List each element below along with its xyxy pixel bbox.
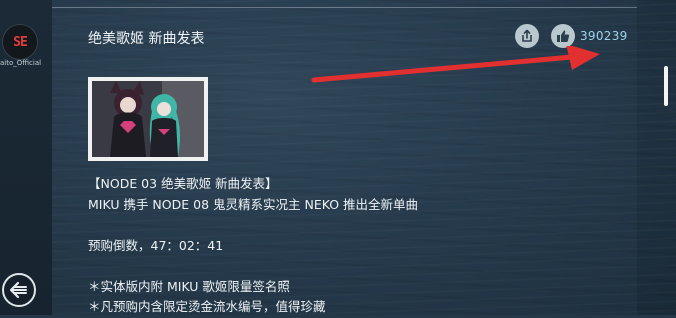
body-line: 【NODE 03 绝美歌姬 新曲发表】: [88, 176, 278, 191]
author-logo-text: SE: [13, 34, 28, 50]
post-body: 【NODE 03 绝美歌姬 新曲发表】 MIKU 携手 NODE 08 鬼灵精系…: [88, 174, 628, 318]
countdown-line: 预购倒数，47：02：41: [88, 237, 224, 253]
thumbs-up-icon: [557, 30, 570, 42]
body-blank-line: [88, 215, 628, 236]
back-icon: [9, 281, 27, 299]
cover-artwork: [92, 81, 204, 157]
body-line: ＊实体版内附 MIKU 歌姬限量签名照: [88, 278, 290, 294]
post-title: 绝美歌姬 新曲发表: [88, 31, 205, 47]
right-edge: [637, 0, 676, 315]
album-cover-image[interactable]: [88, 77, 208, 161]
author-name: aito_Official: [0, 59, 42, 67]
share-icon: [522, 29, 532, 42]
back-button[interactable]: [2, 273, 36, 307]
like-count: 390239: [580, 29, 628, 43]
share-button[interactable]: [515, 24, 539, 48]
body-line: ＊凡预购内含限定烫金流水编号，值得珍藏: [88, 299, 326, 314]
author-avatar[interactable]: SE: [2, 24, 38, 60]
body-blank-line: [88, 256, 628, 277]
red-arrow-annotation: [311, 46, 600, 83]
like-button[interactable]: [551, 24, 575, 48]
body-line: MIKU 携手 NODE 08 鬼灵精系实况主 NEKO 推出全新单曲: [88, 196, 419, 212]
scrollbar-thumb[interactable]: [664, 66, 668, 106]
panel-divider: [52, 7, 637, 8]
